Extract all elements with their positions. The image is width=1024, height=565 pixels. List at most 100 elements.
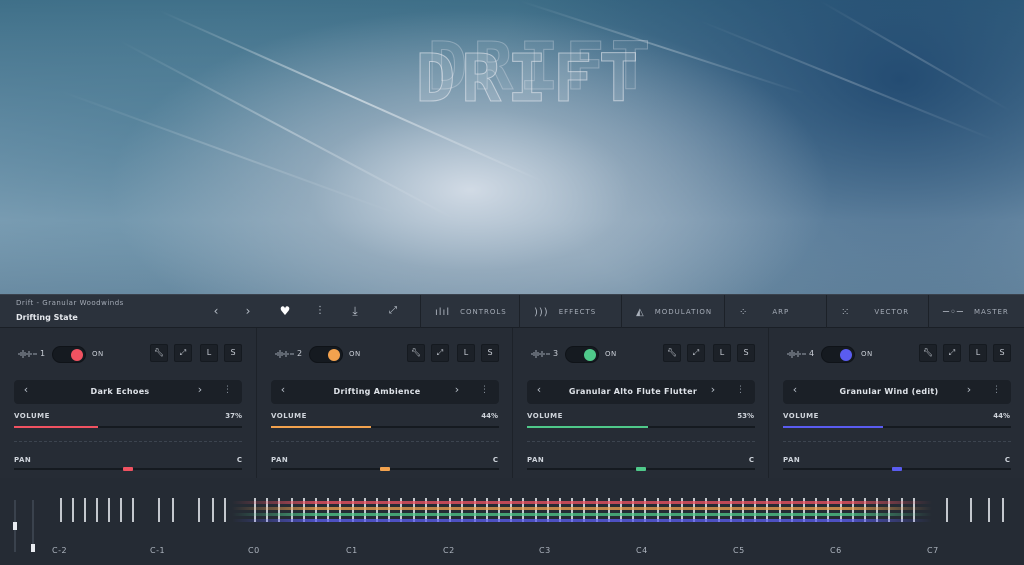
chevron-left-icon[interactable]: ‹ — [277, 383, 289, 396]
heart-icon[interactable]: ♥ — [277, 303, 293, 319]
more-menu-icon[interactable]: ⋮ — [312, 303, 328, 319]
octave-label: C3 — [539, 546, 551, 555]
preset-selector[interactable]: ‹ Dark Echoes › ⋮ — [14, 380, 242, 404]
piano-key[interactable] — [172, 498, 174, 522]
arp-icon: ⁘ — [739, 306, 749, 318]
piano-key[interactable] — [970, 498, 972, 522]
key-range-indicator — [232, 507, 932, 510]
pan-handle[interactable] — [892, 467, 902, 471]
piano-key[interactable] — [132, 498, 134, 522]
expand-icon[interactable]: ⤢ — [174, 344, 192, 362]
pan-slider[interactable] — [527, 467, 755, 471]
volume-slider[interactable] — [271, 426, 499, 428]
piano-key[interactable] — [120, 498, 122, 522]
vector-icon: ⁙ — [841, 306, 851, 318]
pan-slider[interactable] — [14, 467, 242, 471]
pan-handle[interactable] — [380, 467, 390, 471]
tab-effects[interactable]: ))) EFFECTS — [519, 295, 621, 329]
randomize-icon[interactable]: ⤢ — [385, 303, 401, 319]
modulation-icon: ◭ — [636, 306, 645, 318]
wrench-icon[interactable]: 🔧︎ — [919, 344, 937, 362]
prev-preset-icon[interactable]: ‹ — [208, 303, 224, 319]
expand-icon[interactable]: ⤢ — [431, 344, 449, 362]
lock-button[interactable]: L — [969, 344, 987, 362]
key-range-indicator — [232, 519, 932, 522]
piano-key[interactable] — [158, 498, 160, 522]
volume-value: 44% — [481, 412, 498, 420]
channel-toggle[interactable] — [309, 346, 343, 363]
pan-slider[interactable] — [783, 467, 1011, 471]
wrench-icon[interactable]: 🔧︎ — [150, 344, 168, 362]
volume-fill — [527, 426, 648, 428]
mod-wheel[interactable] — [31, 500, 35, 552]
channel-toggle[interactable] — [565, 346, 599, 363]
more-options-icon[interactable]: ⋮ — [736, 385, 745, 395]
preset-selector[interactable]: ‹ Drifting Ambience › ⋮ — [271, 380, 499, 404]
solo-button[interactable]: S — [481, 344, 499, 362]
volume-slider[interactable] — [14, 426, 242, 428]
volume-slider[interactable] — [783, 426, 1011, 428]
piano-key[interactable] — [988, 498, 990, 522]
tab-modulation[interactable]: ◭ MODULATION — [621, 295, 724, 329]
octave-label: C-1 — [150, 546, 166, 555]
chevron-right-icon[interactable]: › — [707, 383, 719, 396]
tab-controls[interactable]: ılıl CONTROLS — [420, 295, 519, 329]
piano-key[interactable] — [72, 498, 74, 522]
piano-key[interactable] — [108, 498, 110, 522]
wrench-icon[interactable]: 🔧︎ — [407, 344, 425, 362]
preset-name: Drifting State — [16, 313, 78, 322]
chevron-left-icon[interactable]: ‹ — [533, 383, 545, 396]
tab-arp[interactable]: ⁘ ARP — [724, 295, 826, 329]
volume-label: VOLUME — [783, 412, 819, 420]
tab-label: VECTOR — [874, 308, 910, 316]
wrench-icon[interactable]: 🔧︎ — [663, 344, 681, 362]
waveform-icon — [531, 350, 550, 358]
next-preset-icon[interactable]: › — [240, 303, 256, 319]
expand-icon[interactable]: ⤢ — [687, 344, 705, 362]
more-options-icon[interactable]: ⋮ — [223, 385, 232, 395]
lock-button[interactable]: L — [200, 344, 218, 362]
volume-fill — [14, 426, 99, 428]
chevron-right-icon[interactable]: › — [194, 383, 206, 396]
chevron-left-icon[interactable]: ‹ — [20, 383, 32, 396]
volume-slider[interactable] — [527, 426, 755, 428]
piano-key[interactable] — [96, 498, 98, 522]
channel-toggle[interactable] — [52, 346, 86, 363]
channel-on-label: ON — [861, 350, 873, 358]
chevron-right-icon[interactable]: › — [451, 383, 463, 396]
pan-handle[interactable] — [123, 467, 133, 471]
piano-key[interactable] — [84, 498, 86, 522]
download-icon[interactable]: ⤓ — [347, 303, 363, 319]
more-options-icon[interactable]: ⋮ — [992, 385, 1001, 395]
volume-value: 53% — [737, 412, 754, 420]
lock-button[interactable]: L — [713, 344, 731, 362]
tab-vector[interactable]: ⁙ VECTOR — [826, 295, 928, 329]
more-options-icon[interactable]: ⋮ — [480, 385, 489, 395]
solo-button[interactable]: S — [993, 344, 1011, 362]
pitch-wheel[interactable] — [13, 500, 17, 552]
keyboard[interactable]: C-2 C-1 C0 C1 C2 C3 C4 C5 C6 C7 — [0, 478, 1024, 565]
preset-selector[interactable]: ‹ Granular Wind (edit) › ⋮ — [783, 380, 1011, 404]
expand-icon[interactable]: ⤢ — [943, 344, 961, 362]
piano-key[interactable] — [60, 498, 62, 522]
piano-key[interactable] — [224, 498, 226, 522]
chevron-right-icon[interactable]: › — [963, 383, 975, 396]
chevron-left-icon[interactable]: ‹ — [789, 383, 801, 396]
piano-key[interactable] — [946, 498, 948, 522]
solo-button[interactable]: S — [737, 344, 755, 362]
channel-on-label: ON — [349, 350, 361, 358]
tab-master[interactable]: ─◦─ MASTER — [928, 295, 1024, 329]
piano-key[interactable] — [212, 498, 214, 522]
pan-slider[interactable] — [271, 467, 499, 471]
volume-fill — [271, 426, 372, 428]
tab-label: MASTER — [973, 308, 1009, 316]
preset-info[interactable]: Drift - Granular Woodwinds Drifting Stat… — [16, 299, 124, 322]
lock-button[interactable]: L — [457, 344, 475, 362]
channel-toggle[interactable] — [821, 346, 855, 363]
channel-2: 2 ON 🔧︎ ⤢ L S ‹ Drifting Ambience › ⋮ VO… — [256, 328, 512, 478]
preset-selector[interactable]: ‹ Granular Alto Flute Flutter › ⋮ — [527, 380, 755, 404]
pan-handle[interactable] — [636, 467, 646, 471]
solo-button[interactable]: S — [224, 344, 242, 362]
piano-key[interactable] — [198, 498, 200, 522]
piano-key[interactable] — [1002, 498, 1004, 522]
